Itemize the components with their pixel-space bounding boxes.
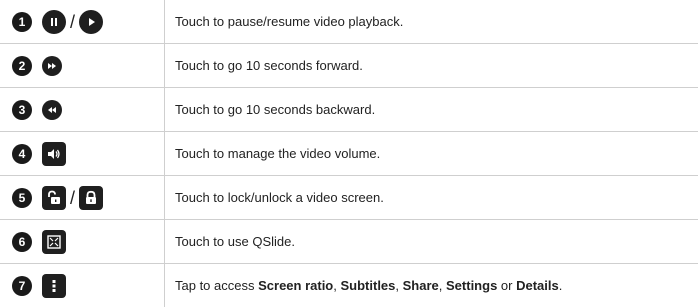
table-row: 5 / Touch to lock/unlock a video screen. [0,176,698,220]
slash-separator: / [70,188,76,208]
table-row: 3 Touch to go 10 seconds backward. [0,88,698,132]
pause-icon [42,10,66,34]
fast-forward-icon [42,56,62,76]
unlock-icon [42,186,66,210]
slash-separator: / [70,12,76,32]
row-number: 6 [12,232,32,252]
row-description: Touch to go 10 seconds backward. [175,102,376,117]
volume-icon [42,142,66,166]
share-label: Share [402,278,439,293]
desc-text: , [438,278,447,293]
icon-group [42,141,66,167]
more-options-icon [42,274,66,298]
table-row: 6 Touch to use QSlide. [0,220,698,264]
subtitles-label: Subtitles [340,278,396,293]
row-number: 7 [12,276,32,296]
icon-group [42,53,62,79]
desc-text: , [395,278,403,293]
desc-text: or [497,278,517,293]
icon-group: / [42,9,104,35]
screen-ratio-label: Screen ratio [258,278,334,293]
table-row: 2 Touch to go 10 seconds forward. [0,44,698,88]
row-description: Touch to go 10 seconds forward. [175,58,363,73]
desc-text: , [333,278,341,293]
row-number: 5 [12,188,32,208]
qslide-icon [42,230,66,254]
row-description: Touch to manage the video volume. [175,146,381,161]
settings-label: Settings [446,278,498,293]
desc-text: . [558,278,563,293]
controls-table: 1 / Touch to pause/resume video playback… [0,0,698,307]
details-label: Details [516,278,559,293]
row-number: 4 [12,144,32,164]
row-description: Touch to pause/resume video playback. [175,14,404,29]
row-description: Touch to use QSlide. [175,234,295,249]
icon-group [42,97,62,123]
row-description: Tap to access Screen ratio, Subtitles, S… [175,264,562,307]
lock-icon [79,186,104,210]
desc-text: Tap to access [175,278,259,293]
play-icon [79,10,104,34]
table-row: 1 / Touch to pause/resume video playback… [0,0,698,44]
row-description: Touch to lock/unlock a video screen. [175,190,384,205]
rewind-icon [42,100,62,120]
icon-group [42,229,66,255]
row-number: 1 [12,12,32,32]
row-number: 3 [12,100,32,120]
icon-group: / [42,185,104,211]
icon-group [42,273,66,299]
table-row: 4 Touch to manage the video volume. [0,132,698,176]
row-number: 2 [12,56,32,76]
table-row: 7 Tap to access Screen ratio, Subtitles,… [0,264,698,307]
